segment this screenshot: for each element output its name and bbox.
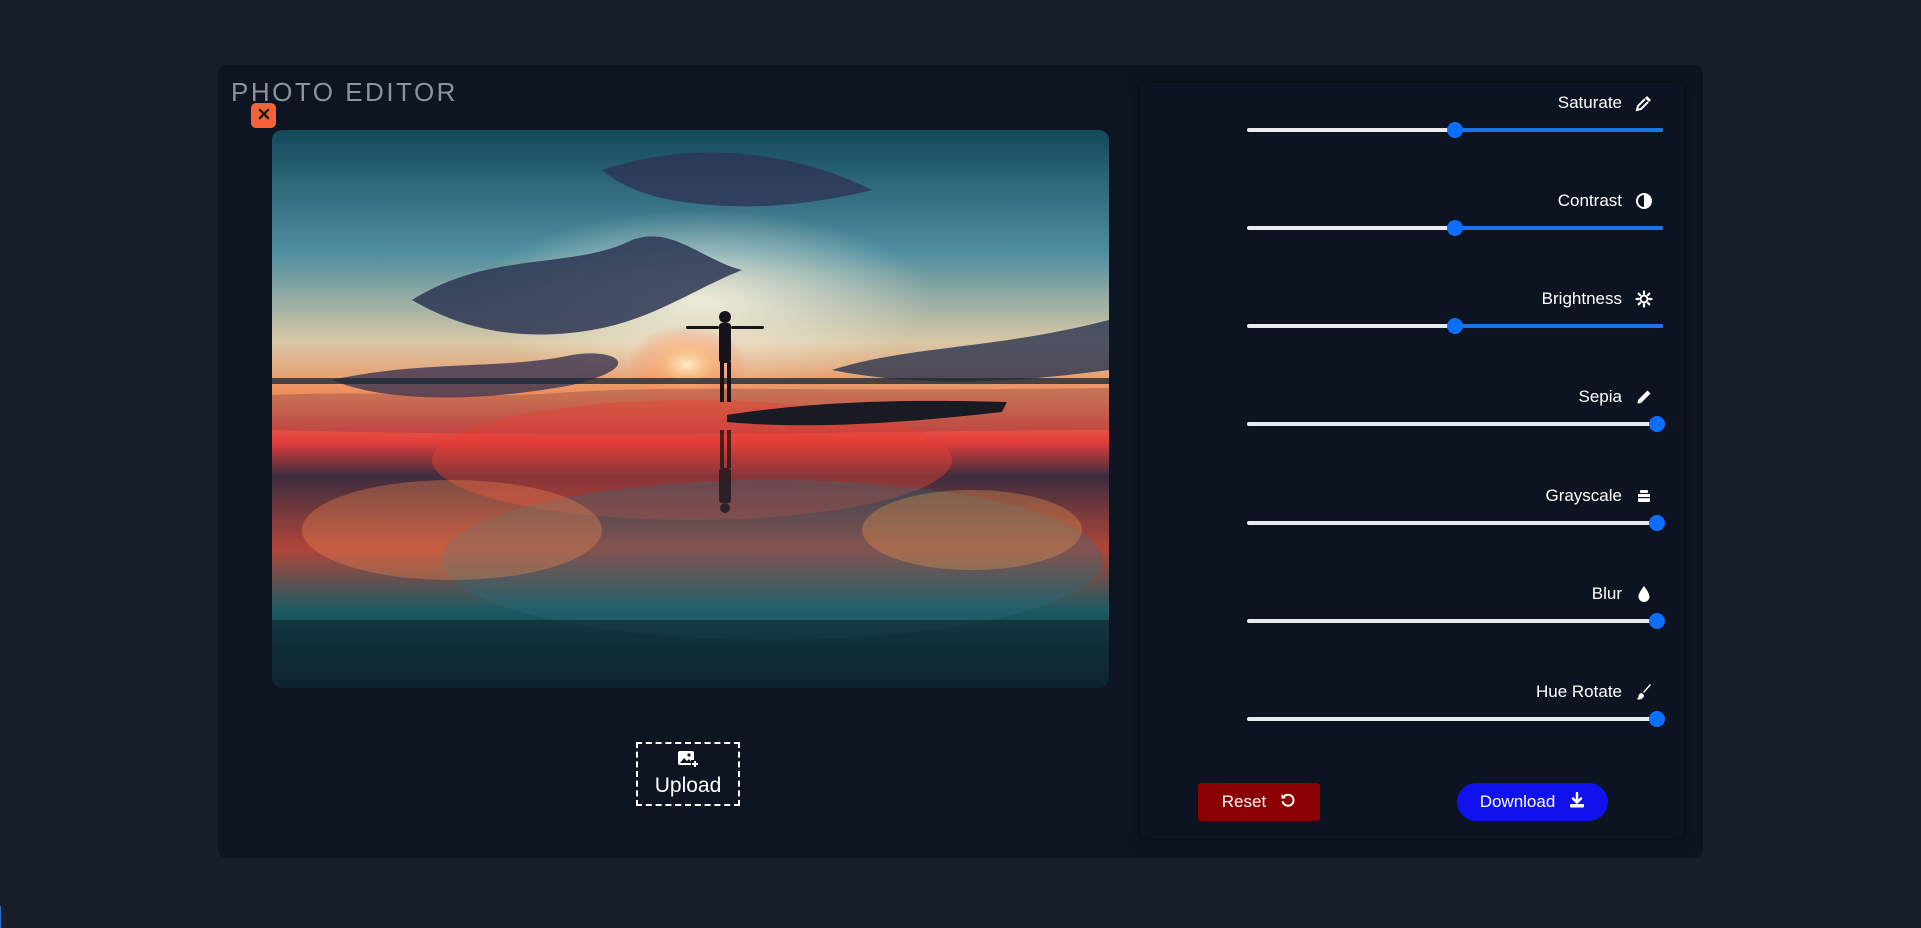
contrast-icon [1634,191,1654,211]
filter-brightness: Brightness [1140,289,1684,349]
slider-thumb[interactable] [1649,515,1665,531]
filter-label: Blur [1591,584,1622,603]
slider-fill [1455,324,1663,328]
edge-marker [0,906,1,928]
download-icon [1569,791,1585,813]
preview-image [272,130,1109,688]
filter-label: Hue Rotate [1536,682,1622,701]
slider-thumb[interactable] [1447,318,1463,334]
slider-thumb[interactable] [1649,416,1665,432]
grayscale-slider[interactable] [1247,515,1665,531]
filter-label: Saturate [1557,93,1622,112]
upload-label: Upload [654,774,722,797]
reset-label: Reset [1221,792,1267,811]
filter-saturate: Saturate [1140,93,1684,153]
remove-image-button[interactable] [251,103,276,128]
hue-rotate-slider[interactable] [1247,711,1665,727]
close-icon [258,107,270,125]
slider-thumb[interactable] [1649,711,1665,727]
droplet-icon [1634,584,1654,604]
saturate-slider[interactable] [1247,122,1663,138]
brightness-slider[interactable] [1247,318,1663,334]
filter-label: Sepia [1578,387,1622,406]
sepia-slider[interactable] [1247,416,1665,432]
filter-label: Contrast [1557,191,1622,210]
brush-icon [1634,682,1654,702]
layers-icon [1634,486,1654,506]
eyedropper-icon [1634,93,1654,113]
slider-thumb[interactable] [1447,220,1463,236]
filter-label: Brightness [1541,289,1622,308]
filter-sepia: Sepia [1140,387,1684,447]
download-button[interactable]: Download [1457,783,1608,821]
pencil-icon [1634,387,1654,407]
upload-button[interactable]: Upload [636,742,740,806]
download-label: Download [1479,792,1556,811]
filter-label: Grayscale [1545,486,1622,505]
blur-slider[interactable] [1247,613,1665,629]
slider-fill [1455,128,1663,132]
slider-thumb[interactable] [1447,122,1463,138]
filter-blur: Blur [1140,584,1684,644]
slider-fill [1455,226,1663,230]
undo-icon [1280,792,1296,813]
filter-hue-rotate: Hue Rotate [1140,682,1684,742]
sun-icon [1634,289,1654,309]
filter-contrast: Contrast [1140,191,1684,251]
reset-button[interactable]: Reset [1198,783,1320,821]
filters-panel: Saturate Contrast Brightness Sepia Grays… [1140,83,1684,839]
filter-grayscale: Grayscale [1140,486,1684,546]
image-plus-icon [677,750,699,773]
contrast-slider[interactable] [1247,220,1663,236]
photo-editor-card: PHOTO EDITOR Upload Saturate Contrast Br… [218,65,1703,858]
slider-thumb[interactable] [1649,613,1665,629]
